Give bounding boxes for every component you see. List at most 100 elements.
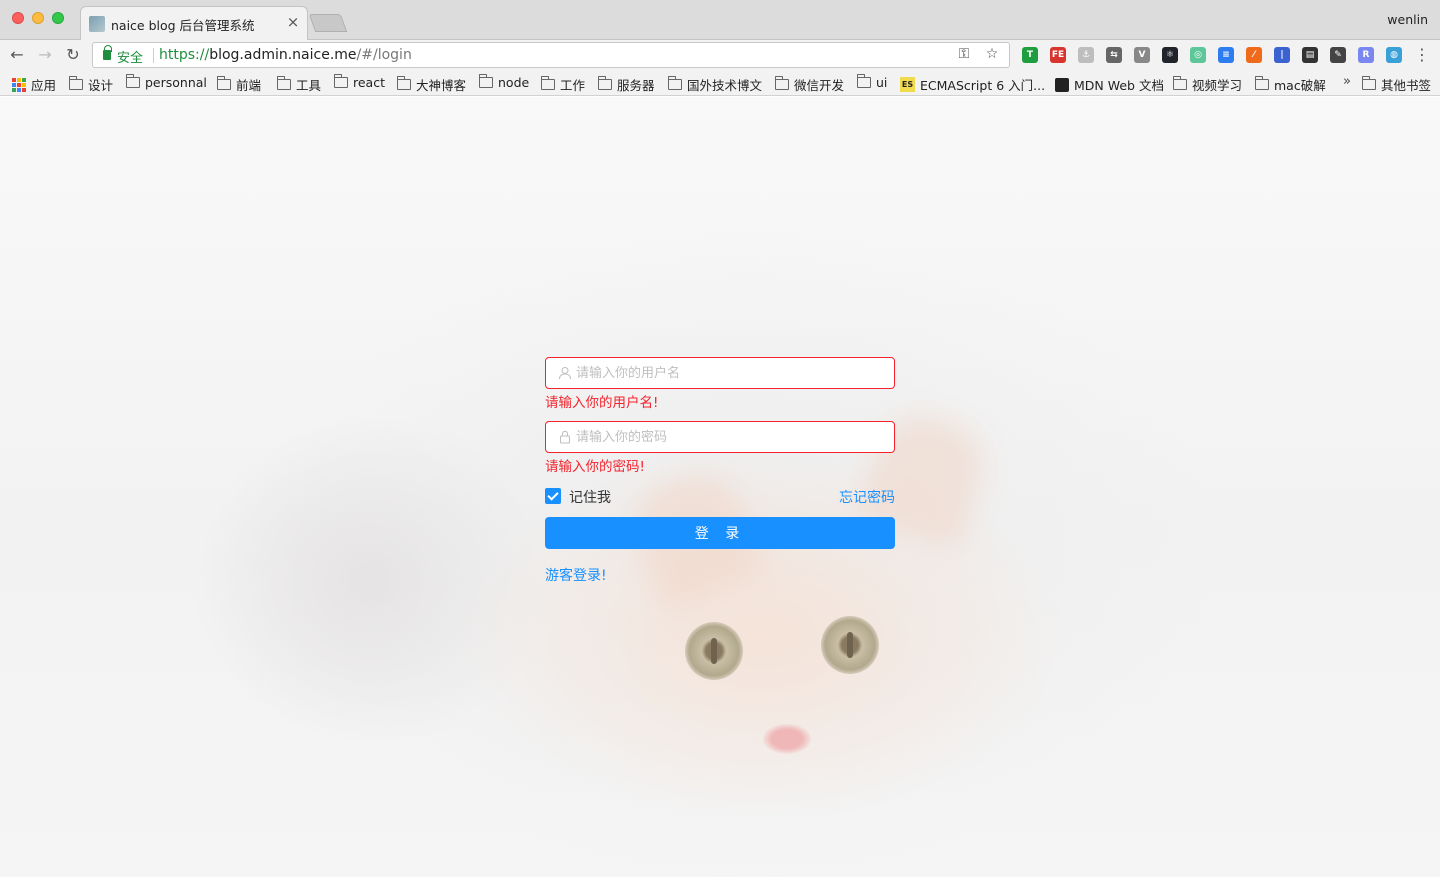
bookmark-folder[interactable]: mac破解 [1255, 75, 1326, 94]
bookmark-label: ECMAScript 6 入门... [920, 78, 1046, 93]
folder-icon [334, 74, 348, 88]
window-maximize-button[interactable] [52, 12, 64, 24]
url-scheme: https:// [159, 47, 210, 63]
lock-icon [559, 430, 571, 444]
folder-icon [69, 76, 83, 90]
folder-icon [1255, 76, 1269, 90]
fe-extension-icon[interactable]: FE [1050, 47, 1066, 63]
bookmark-apps[interactable]: 应用 [12, 75, 56, 94]
bookmark-folder[interactable]: 服务器 [598, 75, 655, 94]
remember-label[interactable]: 记住我 [569, 487, 611, 507]
url-text[interactable]: https://blog.admin.naice.me/#/login [159, 47, 412, 63]
background-cat-eye [685, 622, 743, 680]
bookmark-ecmascript[interactable]: ES ECMAScript 6 入门... [900, 75, 1045, 94]
folder-icon [397, 76, 411, 90]
bookmark-folder[interactable]: 视频学习 [1173, 75, 1242, 94]
login-button[interactable]: 登 录 [545, 517, 895, 549]
globe-extension-icon[interactable]: ◍ [1386, 47, 1402, 63]
key-icon[interactable]: ⚿ [955, 46, 973, 62]
bookmark-label: 视频学习 [1192, 78, 1243, 93]
bookmark-folder[interactable]: 大神博客 [397, 75, 466, 94]
tab-close-icon[interactable]: × [285, 13, 301, 31]
link-extension-icon[interactable]: ⇆ [1106, 47, 1122, 63]
bookmark-label: ui [876, 75, 888, 90]
bookmark-folder[interactable]: ui [857, 74, 888, 90]
bookmark-label: 其他书签 [1381, 78, 1432, 93]
folder-icon [1173, 76, 1187, 90]
bookmark-folder[interactable]: personnal [126, 74, 207, 90]
bookmarks-bar: 应用 设计 personnal 前端 工具 react 大神博客 node 工作… [0, 70, 1440, 96]
bookmark-label: 国外技术博文 [687, 78, 763, 93]
bookmark-folder[interactable]: 工具 [277, 75, 321, 94]
xp-extension-icon[interactable]: ⁄ [1246, 47, 1262, 63]
window-minimize-button[interactable] [32, 12, 44, 24]
folder-icon [479, 74, 493, 88]
pin-extension-icon[interactable]: ⚓ [1078, 47, 1094, 63]
window-close-button[interactable] [12, 12, 24, 24]
address-bar[interactable]: 安全 https://blog.admin.naice.me/#/login ⚿… [92, 42, 1010, 68]
password-error: 请输入你的密码! [545, 459, 645, 475]
new-tab-button[interactable] [308, 14, 348, 32]
reload-icon[interactable]: ↻ [62, 44, 84, 66]
bookmark-folder[interactable]: 微信开发 [775, 75, 844, 94]
bookmark-label: 大神博客 [416, 78, 467, 93]
remember-row: 记住我 忘记密码 [545, 485, 895, 507]
folder-icon [775, 76, 789, 90]
bookmark-label: 工具 [296, 78, 322, 93]
apps-grid-icon [12, 77, 26, 92]
username-field[interactable] [545, 357, 895, 389]
vue-extension-icon[interactable]: V [1134, 47, 1150, 63]
folder-icon [126, 74, 140, 88]
username-input[interactable] [576, 358, 886, 388]
bookmark-label: react [353, 75, 385, 90]
folder-icon [277, 76, 291, 90]
ruler-extension-icon[interactable]: | [1274, 47, 1290, 63]
inbox-extension-icon[interactable]: ≡ [1218, 47, 1234, 63]
mdn-icon [1055, 77, 1069, 92]
browser-menu-icon[interactable]: ⋮ [1414, 44, 1430, 66]
bookmark-label: 服务器 [617, 78, 655, 93]
bookmark-mdn[interactable]: MDN Web 文档 [1055, 75, 1164, 94]
forgot-password-link[interactable]: 忘记密码 [839, 487, 895, 507]
forward-icon[interactable]: → [34, 44, 56, 66]
tab-strip: naice blog 后台管理系统 × wenlin [0, 0, 1440, 40]
profile-name[interactable]: wenlin [1387, 12, 1428, 27]
bookmark-other[interactable]: 其他书签 [1362, 75, 1431, 94]
folder-icon [857, 74, 871, 88]
bookmark-folder[interactable]: 工作 [541, 75, 585, 94]
r-extension-icon[interactable]: R [1358, 47, 1374, 63]
bookmark-label: 设计 [88, 78, 114, 93]
bookmark-label: personnal [145, 75, 207, 90]
shield-extension-icon[interactable]: T [1022, 47, 1038, 63]
address-divider [153, 48, 154, 63]
back-icon[interactable]: ← [6, 44, 28, 66]
bookmark-label: MDN Web 文档 [1074, 78, 1164, 93]
browser-tab-active[interactable]: naice blog 后台管理系统 × [80, 6, 308, 40]
bookmark-star-icon[interactable]: ☆ [983, 46, 1001, 62]
color-extension-icon[interactable]: ◎ [1190, 47, 1206, 63]
folder-icon [598, 76, 612, 90]
tab-title: naice blog 后台管理系统 [111, 18, 255, 33]
bookmark-folder[interactable]: react [334, 74, 385, 90]
password-input[interactable] [576, 422, 886, 452]
react-extension-icon[interactable]: ⚛ [1162, 47, 1178, 63]
bookmark-folder[interactable]: 国外技术博文 [668, 75, 762, 94]
password-field[interactable] [545, 421, 895, 453]
lock-icon [103, 45, 112, 60]
bookmark-folder[interactable]: 前端 [217, 75, 261, 94]
folder-icon [217, 76, 231, 90]
evernote-extension-icon[interactable]: ✎ [1330, 47, 1346, 63]
bookmark-label: 应用 [31, 78, 57, 93]
bookmarks-overflow-icon[interactable]: » [1343, 74, 1351, 89]
es-icon: ES [900, 77, 915, 92]
favicon-icon [89, 16, 105, 32]
username-error: 请输入你的用户名! [545, 395, 659, 411]
octotree-extension-icon[interactable]: ▤ [1302, 47, 1318, 63]
remember-checkbox[interactable] [545, 488, 561, 504]
bookmark-folder[interactable]: node [479, 74, 529, 90]
url-host: blog.admin.naice.me [209, 47, 357, 63]
bookmark-folder[interactable]: 设计 [69, 75, 113, 94]
url-path: /#/login [356, 47, 412, 63]
guest-login-link[interactable]: 游客登录! [545, 565, 607, 585]
background-cat-eye [821, 616, 879, 674]
